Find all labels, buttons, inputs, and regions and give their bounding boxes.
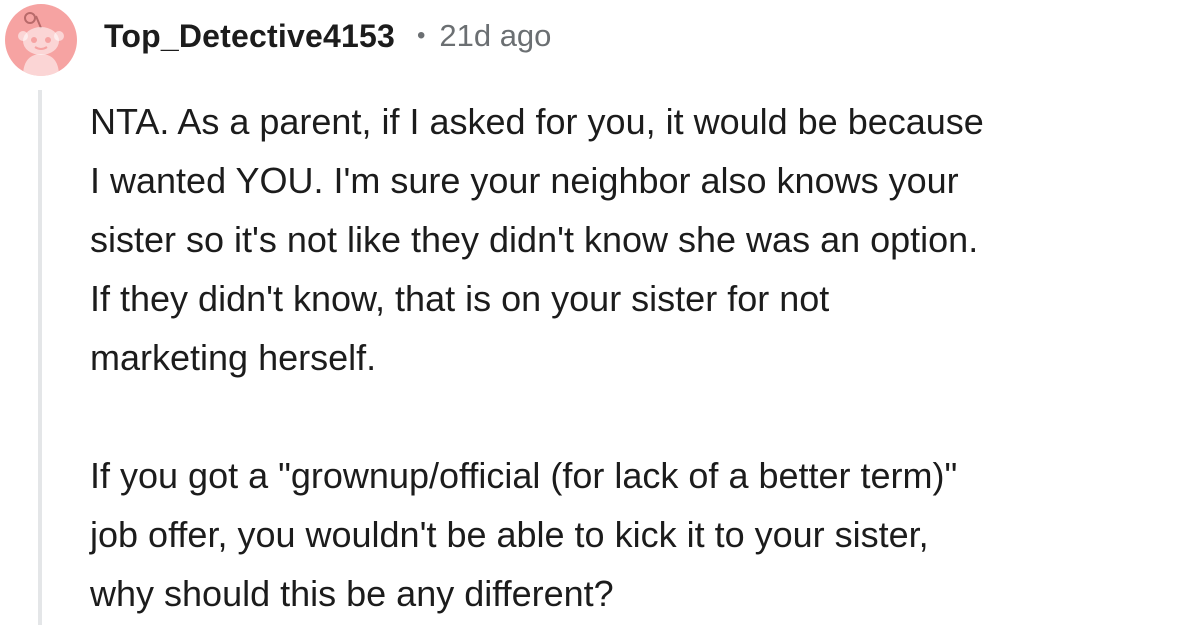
comment: Top_Detective4153 • 21d ago NTA. As a pa… bbox=[0, 0, 1187, 625]
comment-body: NTA. As a parent, if I asked for you, it… bbox=[90, 92, 1180, 623]
avatar[interactable] bbox=[5, 4, 77, 76]
thread-collapse-line[interactable] bbox=[38, 90, 42, 625]
separator-dot: • bbox=[416, 22, 426, 49]
username-link[interactable]: Top_Detective4153 bbox=[104, 18, 395, 55]
comment-paragraph: If you got a "grownup/official (for lack… bbox=[90, 455, 958, 614]
snoo-avatar-icon bbox=[18, 12, 64, 76]
comment-age: 21d ago bbox=[439, 18, 552, 53]
comment-header: Top_Detective4153 • 21d ago bbox=[104, 14, 551, 58]
comment-paragraph: NTA. As a parent, if I asked for you, it… bbox=[90, 101, 984, 378]
